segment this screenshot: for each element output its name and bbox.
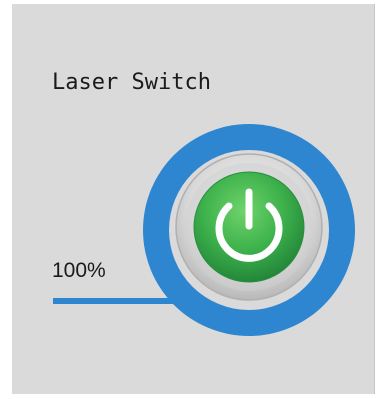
power-ring-graphic bbox=[143, 124, 355, 336]
laser-switch-panel: Laser Switch 100% bbox=[12, 4, 375, 394]
power-button[interactable] bbox=[175, 153, 323, 301]
power-level-label: 100% bbox=[52, 259, 106, 282]
power-ring bbox=[143, 124, 355, 336]
laser-switch-title: Laser Switch bbox=[52, 70, 211, 95]
